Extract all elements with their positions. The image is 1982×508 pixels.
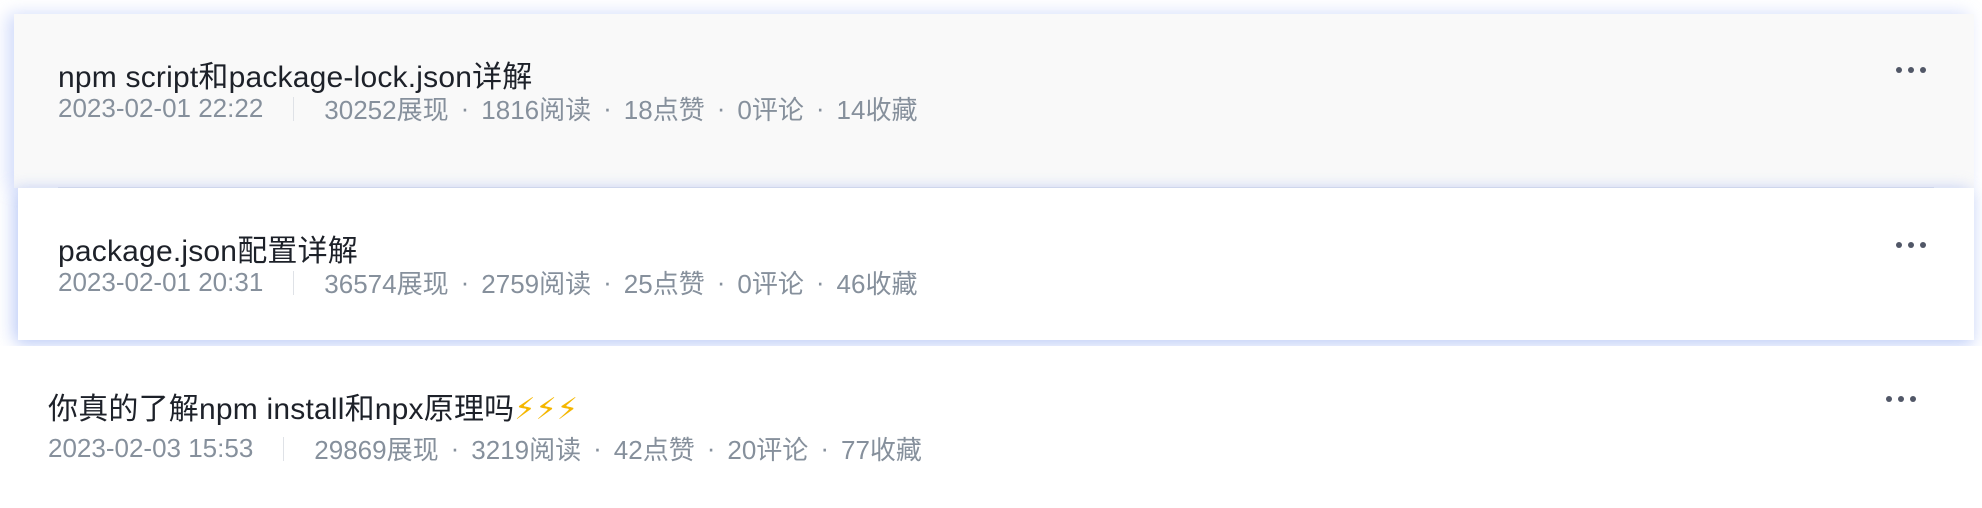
dot-separator: ·: [450, 433, 460, 463]
article-item[interactable]: npm script和package-lock.json详解 2023-02-0…: [14, 14, 1974, 188]
article-meta: 2023-02-03 15:53 29869展现 · 3219阅读 · 42点赞…: [48, 430, 922, 467]
stat-reads: 3219阅读: [471, 435, 582, 465]
stat-likes: 42点赞: [613, 435, 695, 465]
meta-divider: [283, 436, 285, 461]
more-icon-dot: [1896, 242, 1902, 248]
article-title[interactable]: 你真的了解npm install和npx原理吗⚡⚡⚡: [48, 384, 578, 428]
dot-separator: ·: [706, 433, 716, 463]
article-list: npm script和package-lock.json详解 2023-02-0…: [0, 0, 1982, 508]
more-icon[interactable]: [1896, 67, 1926, 73]
dot-separator: ·: [460, 93, 470, 123]
article-time: 2023-02-03 15:53: [48, 433, 254, 463]
stat-likes: 25点赞: [623, 269, 705, 299]
more-icon-dot: [1886, 396, 1892, 402]
stat-comments: 20评论: [727, 435, 809, 465]
stat-favorites: 14收藏: [836, 95, 918, 125]
stat-likes: 18点赞: [623, 95, 705, 125]
article-meta: 2023-02-01 22:22 30252展现 · 1816阅读 · 18点赞…: [58, 90, 917, 127]
more-icon-dot: [1910, 396, 1916, 402]
stat-views: 29869展现: [314, 435, 439, 465]
stat-views: 36574展现: [324, 269, 449, 299]
dot-separator: ·: [815, 93, 825, 123]
article-meta: 2023-02-01 20:31 36574展现 · 2759阅读 · 25点赞…: [58, 264, 917, 301]
more-icon-dot: [1898, 396, 1904, 402]
dot-separator: ·: [815, 267, 825, 297]
dot-separator: ·: [603, 267, 612, 297]
more-icon-dot: [1908, 67, 1914, 73]
stat-favorites: 77收藏: [840, 435, 922, 465]
stat-comments: 0评论: [737, 269, 804, 299]
stat-comments: 0评论: [737, 95, 804, 125]
article-time: 2023-02-01 20:31: [58, 267, 264, 297]
article-item[interactable]: 你真的了解npm install和npx原理吗⚡⚡⚡ 2023-02-03 15…: [0, 346, 1982, 508]
stat-reads: 1816阅读: [481, 95, 592, 125]
dot-separator: ·: [716, 267, 726, 297]
dot-separator: ·: [603, 93, 612, 123]
dot-separator: ·: [820, 433, 829, 463]
more-icon-dot: [1920, 242, 1926, 248]
meta-divider: [293, 96, 295, 121]
article-time: 2023-02-01 22:22: [58, 93, 264, 123]
meta-divider: [293, 270, 295, 295]
dot-separator: ·: [716, 93, 726, 123]
article-title-text: 你真的了解npm install和npx原理吗: [48, 393, 515, 426]
more-icon-dot: [1920, 67, 1926, 73]
article-item[interactable]: package.json配置详解 2023-02-01 20:31 36574展…: [18, 188, 1974, 340]
dot-separator: ·: [460, 267, 470, 297]
more-icon[interactable]: [1896, 242, 1926, 248]
stat-views: 30252展现: [324, 95, 449, 125]
stat-reads: 2759阅读: [481, 269, 592, 299]
dot-separator: ·: [593, 433, 602, 463]
more-icon-dot: [1896, 67, 1902, 73]
more-icon-dot: [1908, 242, 1914, 248]
lightning-icon: ⚡⚡⚡: [514, 392, 579, 427]
stat-favorites: 46收藏: [836, 269, 918, 299]
more-icon[interactable]: [1886, 396, 1916, 402]
